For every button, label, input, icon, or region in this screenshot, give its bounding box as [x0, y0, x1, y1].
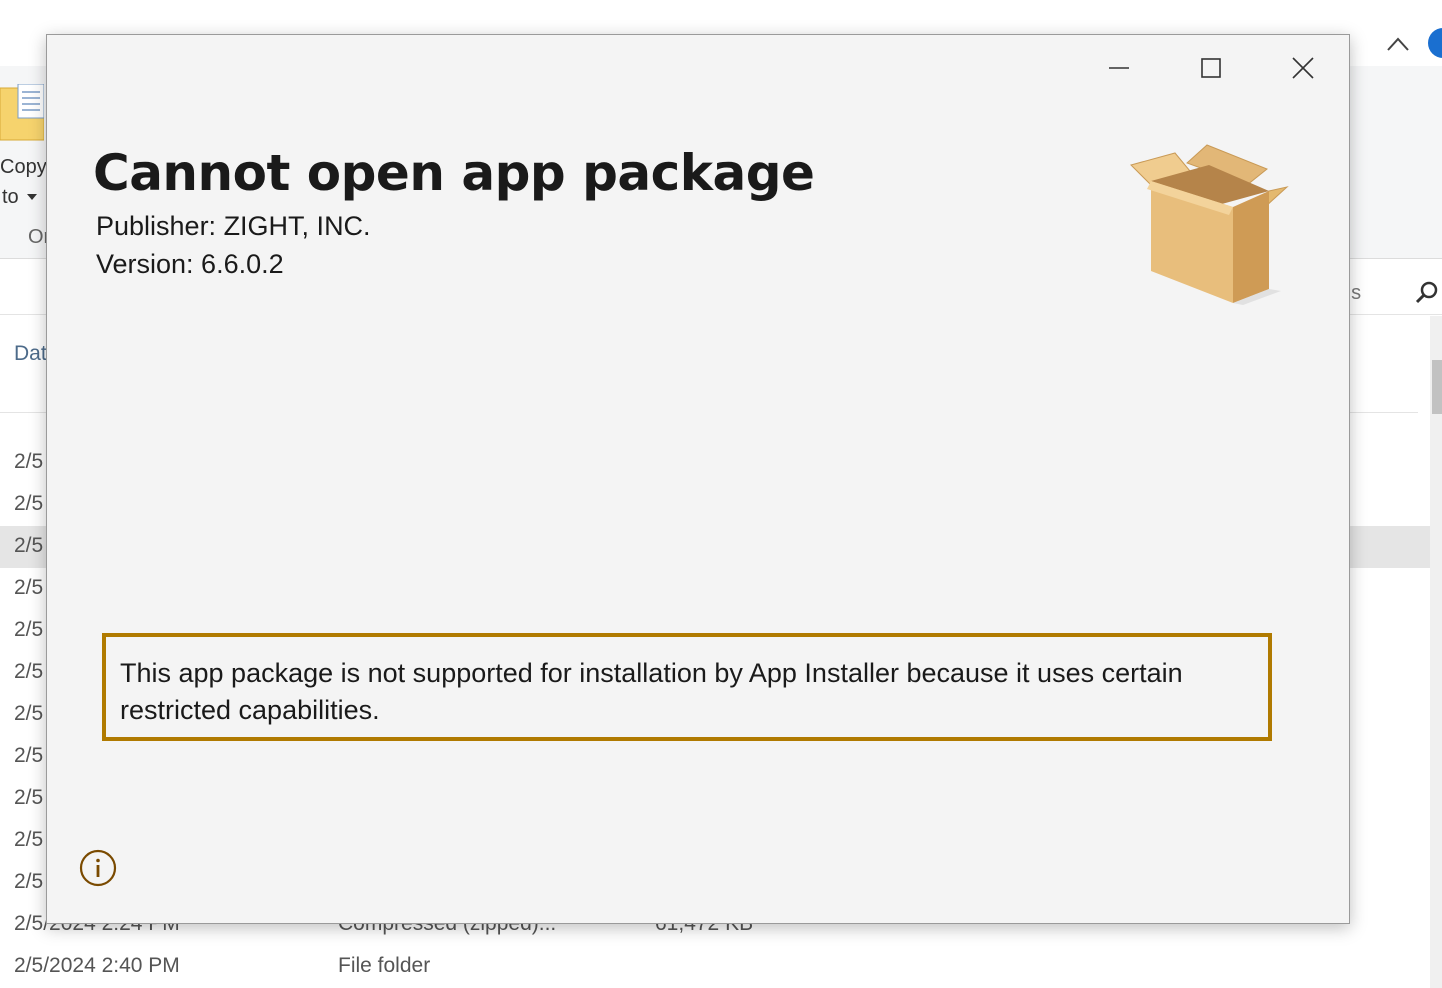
scrollbar-thumb[interactable]: [1432, 360, 1442, 414]
copy-to-label[interactable]: Copy: [0, 156, 47, 179]
close-icon: [1292, 57, 1314, 79]
error-message-box: This app package is not supported for in…: [102, 633, 1272, 741]
chevron-up-icon[interactable]: [1384, 30, 1412, 56]
maximize-button[interactable]: [1165, 35, 1257, 101]
minimize-button[interactable]: [1073, 35, 1165, 101]
row-date: 2/5: [14, 870, 44, 893]
row-date: 2/5: [14, 660, 44, 683]
table-row[interactable]: 2/5/2024 2:40 PM File folder: [0, 946, 1430, 988]
copy-to-folder-icon[interactable]: [0, 84, 44, 142]
search-icon[interactable]: [1414, 280, 1440, 306]
app-installer-dialog: Cannot open app package Publisher: ZIGHT…: [46, 34, 1350, 924]
row-date: 2/5: [14, 744, 44, 767]
close-button[interactable]: [1257, 35, 1349, 101]
column-header-date[interactable]: Dat: [14, 342, 47, 366]
publisher-line: Publisher: ZIGHT, INC.: [96, 211, 371, 241]
row-date: 2/5: [14, 492, 44, 515]
info-icon[interactable]: [79, 849, 117, 887]
row-type: File folder: [338, 954, 431, 977]
error-message: This app package is not supported for in…: [120, 658, 1183, 725]
row-date: 2/5/2024 2:40 PM: [14, 954, 180, 977]
row-date: 2/5: [14, 576, 44, 599]
maximize-icon: [1201, 58, 1221, 78]
row-date: 2/5: [14, 702, 44, 725]
row-date: 2/5: [14, 786, 44, 809]
package-box-icon: [1130, 144, 1289, 305]
row-date: 2/5: [14, 534, 44, 557]
copy-to-label-2[interactable]: to: [2, 186, 19, 209]
row-date: 2/5: [14, 450, 44, 473]
row-date: 2/5: [14, 828, 44, 851]
vertical-scrollbar[interactable]: [1430, 316, 1442, 988]
row-date: 2/5: [14, 618, 44, 641]
dialog-title: Cannot open app package: [93, 144, 815, 202]
dropdown-arrow-icon[interactable]: [27, 194, 37, 200]
version-line: Version: 6.6.0.2: [96, 249, 284, 279]
minimize-icon: [1109, 67, 1129, 69]
